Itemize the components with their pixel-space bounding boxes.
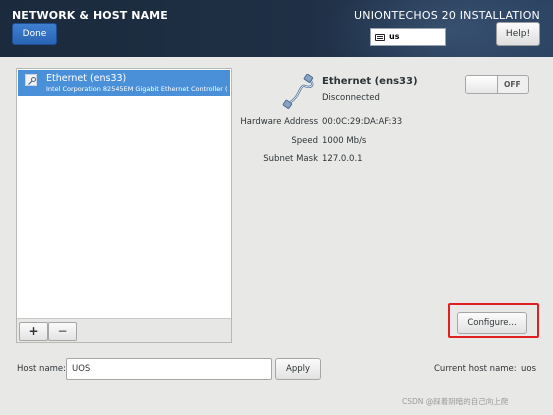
device-description: Intel Corporation 82545EM Gigabit Ethern… — [46, 85, 228, 93]
device-name: Ethernet (ens33) — [46, 73, 127, 84]
keyboard-layout-label: us — [389, 32, 400, 41]
page-title: NETWORK & HOST NAME — [12, 9, 168, 22]
list-item-ethernet-ens33[interactable]: Ethernet (ens33) Intel Corporation 82545… — [18, 70, 230, 96]
device-status: Disconnected — [322, 93, 380, 103]
current-host-name-value: uos — [521, 364, 537, 374]
add-device-button[interactable]: + — [19, 322, 48, 341]
toggle-state-label: OFF — [504, 80, 521, 89]
keyboard-icon — [375, 34, 385, 41]
apply-button[interactable]: Apply — [275, 358, 321, 380]
subnet-mask-value: 127.0.0.1 — [322, 154, 363, 164]
list-toolbar: + − — [17, 318, 231, 342]
current-host-name-label: Current host name: — [434, 364, 517, 374]
subnet-mask-label: Subnet Mask — [263, 154, 318, 164]
toggle-knob — [466, 76, 498, 93]
speed-value: 1000 Mb/s — [322, 136, 367, 146]
done-button[interactable]: Done — [12, 23, 57, 45]
host-name-label: Host name: — [17, 364, 67, 374]
connection-toggle[interactable]: OFF — [465, 75, 529, 94]
hardware-address-value: 00:0C:29:DA:AF:33 — [322, 117, 403, 127]
ethernet-cable-icon — [282, 74, 314, 109]
host-name-input[interactable] — [66, 358, 272, 380]
hardware-address-label: Hardware Address — [240, 117, 318, 127]
keyboard-layout-indicator[interactable]: us — [370, 28, 446, 46]
speed-label: Speed — [291, 136, 318, 146]
configure-button[interactable]: Configure... — [457, 312, 527, 334]
device-list: Ethernet (ens33) Intel Corporation 82545… — [16, 68, 232, 343]
device-title: Ethernet (ens33) — [322, 76, 418, 87]
network-wired-icon — [25, 74, 37, 86]
help-button[interactable]: Help! — [496, 22, 540, 46]
remove-device-button[interactable]: − — [48, 322, 77, 341]
watermark: CSDN @踩着阴暗的自己向上爬 — [402, 397, 509, 406]
installation-title: UNIONTECHOS 20 INSTALLATION — [354, 9, 540, 22]
